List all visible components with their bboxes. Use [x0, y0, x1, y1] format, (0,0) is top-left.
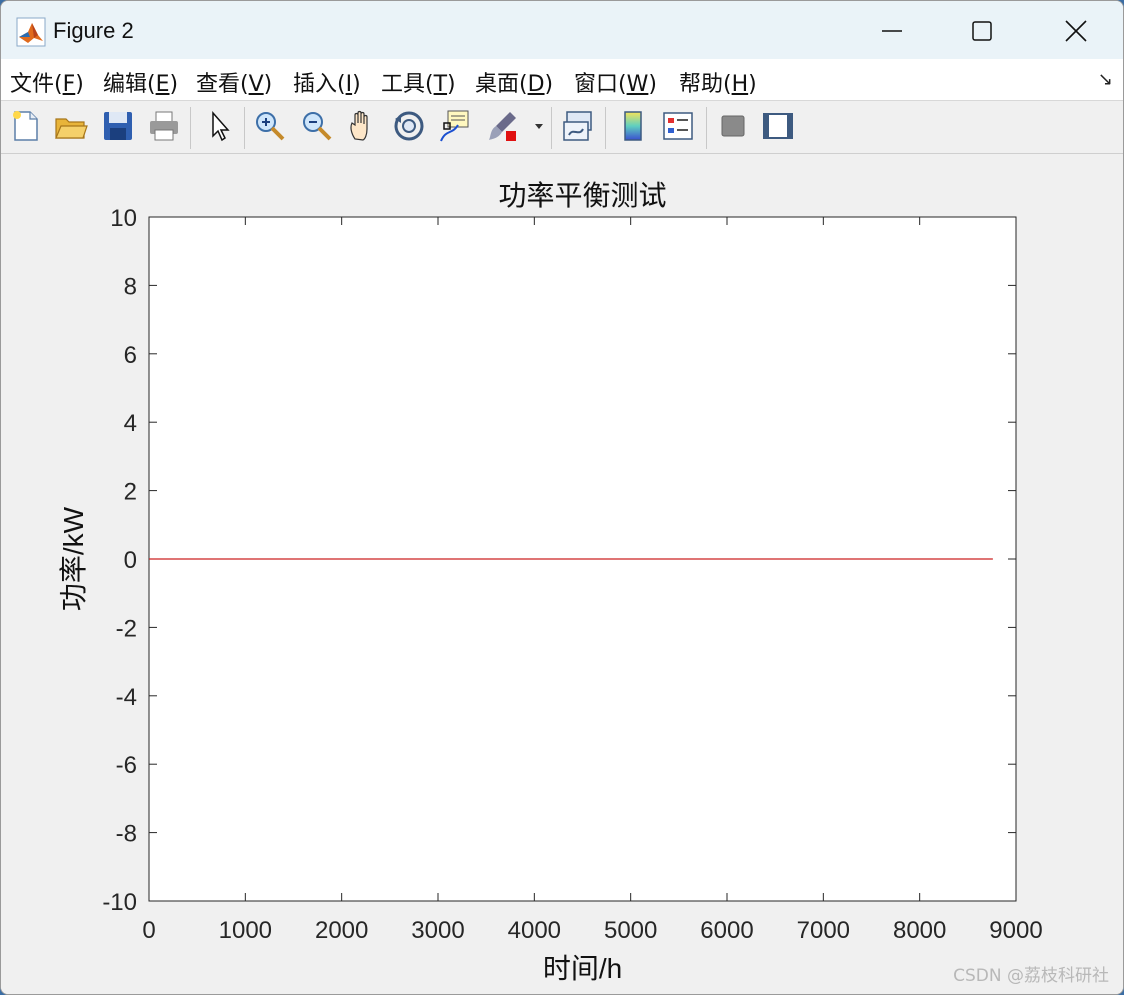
- link-plot-icon[interactable]: [561, 109, 595, 143]
- x-tick-label: 8000: [893, 917, 946, 944]
- y-tick-label: 2: [124, 479, 137, 506]
- chart-title: 功率平衡测试: [498, 180, 666, 211]
- y-tick-label: -10: [102, 889, 137, 916]
- toolbar-separator: [605, 107, 606, 149]
- toolbar-separator: [706, 107, 707, 149]
- window-title: Figure 2: [53, 18, 134, 43]
- brush-icon[interactable]: [486, 109, 520, 143]
- y-tick-label: 4: [124, 410, 137, 437]
- menu-file[interactable]: 文件(F): [10, 66, 84, 98]
- x-tick-label: 6000: [700, 917, 753, 944]
- y-axis-label: 功率/kW: [58, 506, 89, 611]
- show-plot-tools-icon[interactable]: [761, 109, 795, 143]
- figure-toolbar: [1, 101, 1123, 154]
- x-tick-label: 9000: [989, 917, 1042, 944]
- y-tick-label: -2: [116, 615, 137, 642]
- close-icon: [1065, 20, 1087, 42]
- y-tick-label: 6: [124, 342, 137, 369]
- minimize-button[interactable]: [857, 9, 927, 53]
- x-tick-label: 7000: [797, 917, 850, 944]
- dock-figure-icon[interactable]: ↘: [1098, 69, 1113, 90]
- x-tick-label: 2000: [315, 917, 368, 944]
- matlab-logo-icon: [16, 17, 46, 47]
- title-bar[interactable]: Figure 2: [1, 1, 1123, 59]
- figure-canvas: 0 1000 2000 3000 4000 5000 6000 7000 8000 9000 10 8…: [1, 154, 1123, 994]
- figure-window: Figure 2 文件(F) 编辑(E) 查看(V) 插入(I) 工具(T) 桌…: [0, 0, 1124, 995]
- print-figure-icon[interactable]: [147, 109, 181, 143]
- toolbar-separator: [244, 107, 245, 149]
- x-tick-label: 3000: [411, 917, 464, 944]
- watermark: CSDN @荔枝科研社: [953, 966, 1109, 986]
- maximize-icon: [972, 21, 992, 41]
- brush-dropdown-icon[interactable]: [533, 109, 545, 143]
- x-tick-label: 0: [142, 917, 155, 944]
- toolbar-separator: [551, 107, 552, 149]
- y-tick-label: 10: [110, 205, 137, 232]
- x-tick-label: 1000: [219, 917, 272, 944]
- x-axis-label: 时间/h: [543, 953, 622, 984]
- menu-desktop[interactable]: 桌面(D): [475, 66, 553, 98]
- pan-icon[interactable]: [346, 109, 380, 143]
- y-tick-label: 0: [124, 547, 137, 574]
- minimize-icon: [882, 30, 902, 32]
- open-file-icon[interactable]: [54, 109, 88, 143]
- menu-window[interactable]: 窗口(W): [574, 66, 657, 98]
- zoom-in-icon[interactable]: [253, 109, 287, 143]
- edit-plot-icon[interactable]: [203, 109, 237, 143]
- menu-bar: 文件(F) 编辑(E) 查看(V) 插入(I) 工具(T) 桌面(D) 窗口(W…: [1, 59, 1123, 101]
- maximize-button[interactable]: [947, 9, 1017, 53]
- menu-tools[interactable]: 工具(T): [381, 66, 456, 98]
- colorbar-icon[interactable]: [616, 109, 650, 143]
- y-tick-label: -4: [116, 684, 137, 711]
- zoom-out-icon[interactable]: [300, 109, 334, 143]
- hide-plot-tools-icon[interactable]: [716, 109, 750, 143]
- x-tick-label: 4000: [508, 917, 561, 944]
- legend-icon[interactable]: [661, 109, 695, 143]
- menu-edit[interactable]: 编辑(E): [103, 66, 178, 98]
- y-tick-label: 8: [124, 273, 137, 300]
- save-figure-icon[interactable]: [101, 109, 135, 143]
- new-figure-icon[interactable]: [9, 109, 43, 143]
- menu-insert[interactable]: 插入(I): [293, 66, 361, 98]
- menu-view[interactable]: 查看(V): [196, 66, 272, 98]
- y-tick-label: -6: [116, 752, 137, 779]
- data-cursor-icon[interactable]: [438, 109, 472, 143]
- x-tick-label: 5000: [604, 917, 657, 944]
- y-tick-label: -8: [116, 821, 137, 848]
- rotate-3d-icon[interactable]: [392, 109, 426, 143]
- toolbar-separator: [190, 107, 191, 149]
- close-button[interactable]: [1041, 9, 1111, 53]
- plot-svg[interactable]: 0 1000 2000 3000 4000 5000 6000 7000 8000 9000 10 8…: [1, 154, 1123, 994]
- menu-help[interactable]: 帮助(H): [679, 66, 757, 98]
